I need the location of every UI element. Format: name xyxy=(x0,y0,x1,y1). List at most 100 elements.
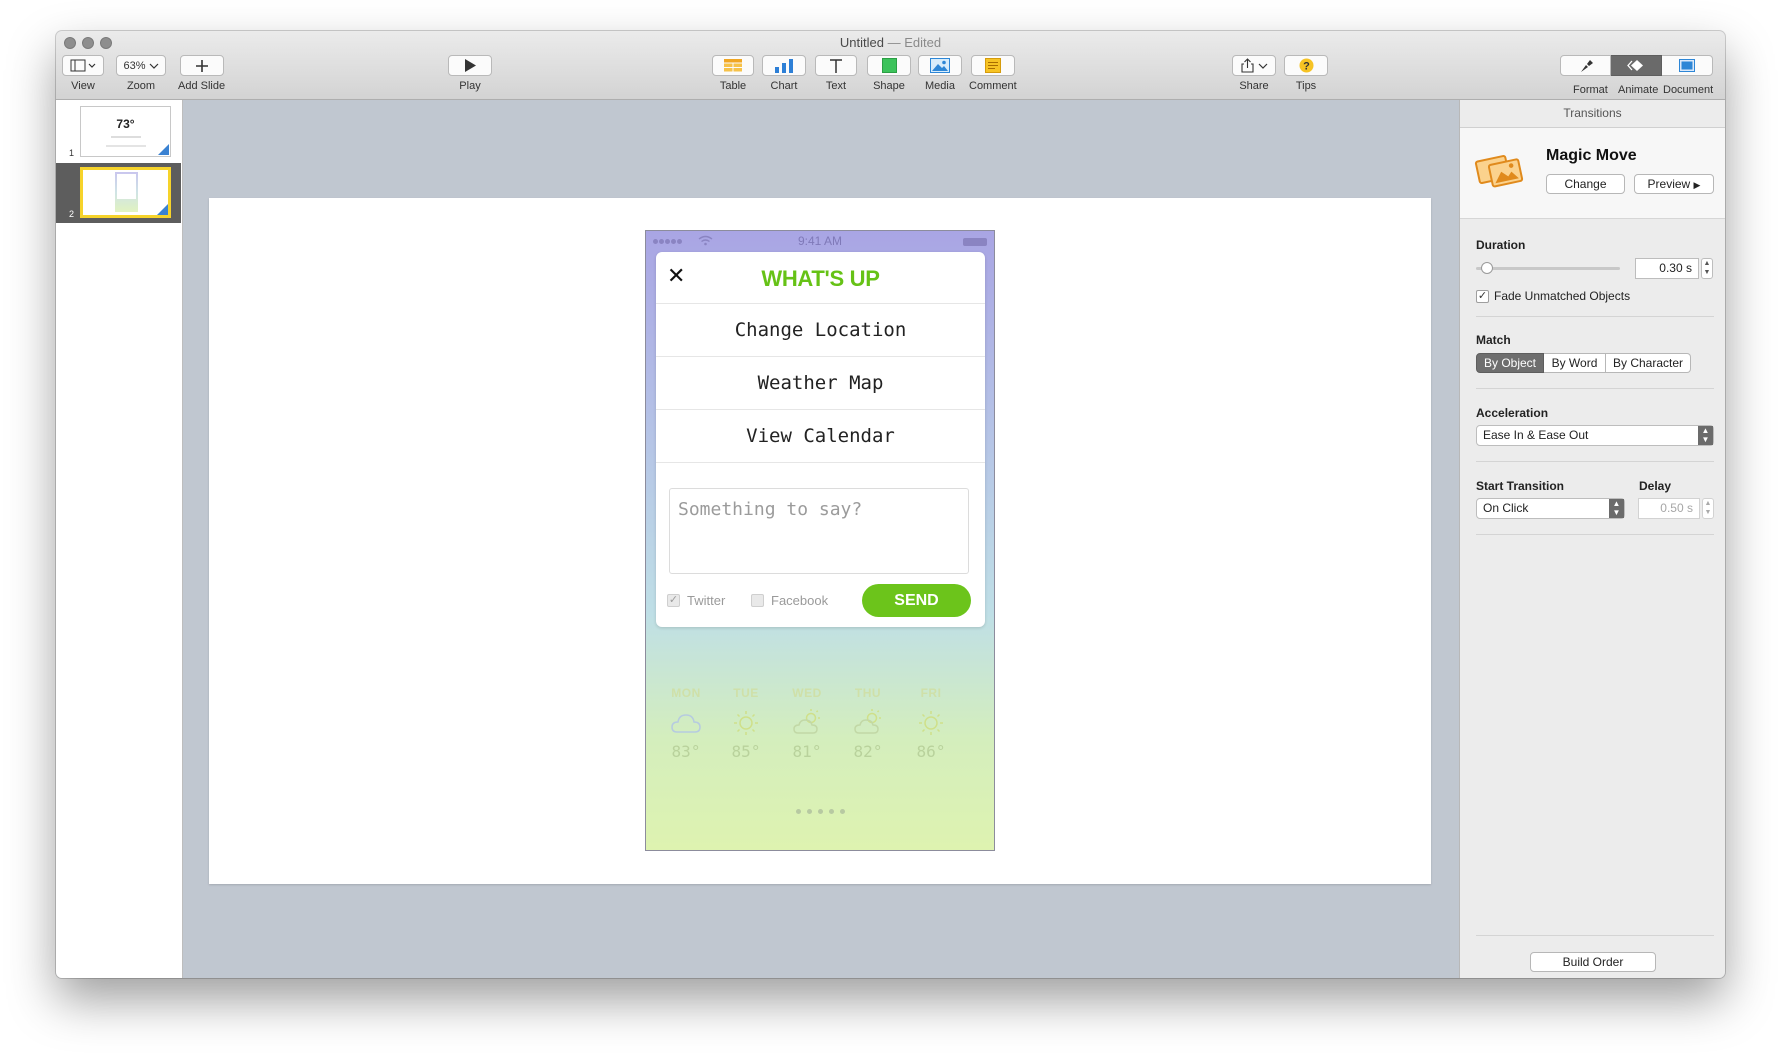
divider xyxy=(1476,935,1714,936)
zoom-label: Zoom xyxy=(126,80,156,92)
message-input[interactable]: Something to say? xyxy=(669,488,969,574)
forecast-day: TUE 85° xyxy=(716,686,776,761)
menu-item-change-location[interactable]: Change Location xyxy=(656,304,985,357)
paintbrush-icon xyxy=(1580,59,1593,72)
add-slide-control: Add Slide xyxy=(178,55,225,92)
animate-label: Animate xyxy=(1618,84,1659,96)
help-icon: ? xyxy=(1299,58,1313,73)
slide-number: 1 xyxy=(69,148,75,158)
fade-unmatched-option[interactable]: ✓ Fade Unmatched Objects xyxy=(1476,289,1630,303)
fade-unmatched-checkbox[interactable]: ✓ xyxy=(1476,289,1489,303)
toolbar: Untitled — Edited View 63% Zoom Add Slid… xyxy=(56,31,1725,100)
delay-label: Delay xyxy=(1639,479,1672,493)
view-button[interactable] xyxy=(62,55,104,76)
facebook-label: Facebook xyxy=(771,593,829,608)
status-bar: 9:41 AM xyxy=(646,231,994,251)
forecast-temp: 86° xyxy=(916,742,946,761)
zoom-value: 63% xyxy=(123,59,146,72)
preview-button[interactable]: Preview ▶ xyxy=(1634,174,1714,194)
media-label: Media xyxy=(925,80,955,92)
match-by-character[interactable]: By Character xyxy=(1606,353,1691,373)
forecast-temp: 85° xyxy=(731,742,761,761)
phone-mockup[interactable]: 9:41 AM ✕ WHAT'S UP Change Location Weat… xyxy=(645,230,995,851)
comment-control: Comment xyxy=(969,55,1017,92)
partly-cloudy-icon xyxy=(777,706,837,742)
forecast-day-name: WED xyxy=(792,686,822,700)
svg-text:?: ? xyxy=(1303,61,1310,73)
menu-item-weather-map[interactable]: Weather Map xyxy=(656,357,985,410)
send-button[interactable]: SEND xyxy=(862,584,971,617)
message-placeholder: Something to say? xyxy=(678,499,863,520)
delay-field[interactable]: 0.50 s xyxy=(1638,498,1700,519)
duration-slider-knob[interactable] xyxy=(1481,262,1494,274)
forecast-day: THU 82° xyxy=(838,686,898,761)
match-by-object[interactable]: By Object xyxy=(1476,353,1544,373)
duration-field[interactable]: 0.30 s xyxy=(1635,258,1699,279)
thumb-temperature: 73° xyxy=(116,117,135,131)
shape-button[interactable] xyxy=(867,55,911,76)
whats-up-card: ✕ WHAT'S UP Change Location Weather Map … xyxy=(656,252,985,627)
document-name: Untitled xyxy=(839,35,884,50)
acceleration-label: Acceleration xyxy=(1476,406,1549,420)
battery-icon xyxy=(963,238,987,246)
edited-status: Edited xyxy=(904,35,942,50)
slide[interactable]: 9:41 AM ✕ WHAT'S UP Change Location Weat… xyxy=(209,198,1431,884)
menu-item-view-calendar[interactable]: View Calendar xyxy=(656,410,985,463)
play-button[interactable] xyxy=(448,55,492,76)
twitter-checkbox[interactable]: ✓ xyxy=(667,594,680,607)
forecast-day: MON 83° xyxy=(656,686,716,761)
change-button[interactable]: Change xyxy=(1546,174,1625,194)
slide-thumbnail-2[interactable]: 2 xyxy=(56,163,181,223)
window-title: Untitled — Edited xyxy=(56,35,1725,50)
sun-icon xyxy=(901,706,961,742)
delay-stepper[interactable]: ▲ ▼ xyxy=(1702,498,1714,519)
slide-preview xyxy=(80,167,171,218)
text-button[interactable] xyxy=(815,55,857,76)
animate-button[interactable] xyxy=(1611,55,1662,76)
plus-icon xyxy=(195,59,208,72)
table-label: Table xyxy=(719,80,747,92)
match-by-word[interactable]: By Word xyxy=(1544,353,1606,373)
transition-header: Magic Move Change Preview ▶ xyxy=(1460,128,1725,219)
tips-label: Tips xyxy=(1295,80,1317,92)
share-button[interactable] xyxy=(1232,55,1276,76)
zoom-button[interactable]: 63% xyxy=(116,55,166,76)
forecast-temp: 83° xyxy=(671,742,701,761)
duration-slider[interactable] xyxy=(1476,262,1620,274)
comment-button[interactable] xyxy=(970,55,1015,76)
duration-stepper[interactable]: ▲ ▼ xyxy=(1701,258,1713,279)
partly-cloudy-icon xyxy=(838,706,898,742)
build-badge-icon xyxy=(157,204,168,215)
card-header: ✕ WHAT'S UP xyxy=(656,252,985,304)
match-segmented-control: By Object By Word By Character xyxy=(1476,353,1691,373)
forecast-day-name: THU xyxy=(854,686,882,700)
facebook-checkbox[interactable] xyxy=(751,594,764,607)
page-indicator xyxy=(646,809,994,814)
fade-unmatched-label: Fade Unmatched Objects xyxy=(1494,289,1631,303)
format-label: Format xyxy=(1573,84,1608,96)
table-button[interactable] xyxy=(712,55,754,76)
keynote-window: Untitled — Edited View 63% Zoom Add Slid… xyxy=(56,31,1725,978)
twitter-option[interactable]: ✓ Twitter xyxy=(667,593,725,608)
facebook-option[interactable]: Facebook xyxy=(751,593,828,608)
tips-button[interactable]: ? xyxy=(1284,55,1328,76)
chart-button[interactable] xyxy=(762,55,806,76)
status-time: 9:41 AM xyxy=(797,234,843,248)
zoom-control: 63% Zoom xyxy=(116,55,166,92)
comment-icon xyxy=(984,58,1001,73)
build-order-button[interactable]: Build Order xyxy=(1530,952,1656,972)
divider xyxy=(1476,316,1714,317)
format-button[interactable] xyxy=(1560,55,1611,76)
acceleration-select[interactable]: Ease In & Ease Out ▲ ▼ xyxy=(1476,425,1714,446)
duration-label: Duration xyxy=(1476,238,1526,252)
animate-diamond-icon xyxy=(1627,60,1643,71)
view-label: View xyxy=(71,80,95,92)
document-button[interactable] xyxy=(1662,55,1713,76)
media-button[interactable] xyxy=(918,55,962,76)
add-slide-button[interactable] xyxy=(179,55,224,76)
start-transition-select[interactable]: On Click ▲ ▼ xyxy=(1476,498,1625,519)
inspector-tab-transitions[interactable]: Transitions xyxy=(1460,100,1725,128)
start-transition-value: On Click xyxy=(1483,501,1529,515)
slide-thumbnail-1[interactable]: 1 73° xyxy=(56,102,181,162)
divider xyxy=(1476,461,1714,462)
